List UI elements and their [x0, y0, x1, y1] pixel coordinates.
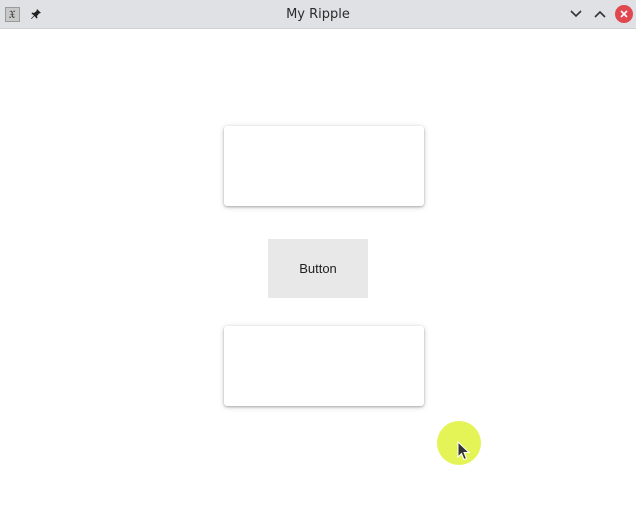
- window-title: My Ripple: [286, 7, 350, 22]
- pin-icon[interactable]: [28, 6, 44, 22]
- app-icon[interactable]: 𝔛: [4, 6, 20, 22]
- ripple-card-top[interactable]: [224, 126, 424, 206]
- app-window: 𝔛 My Ripple Button: [0, 0, 636, 506]
- chevron-down-icon[interactable]: [567, 5, 585, 23]
- ripple-card-bottom[interactable]: [224, 326, 424, 406]
- mouse-pointer-icon: [457, 440, 471, 461]
- close-icon[interactable]: [615, 5, 633, 23]
- title-bar[interactable]: 𝔛 My Ripple: [0, 0, 636, 29]
- content-area: Button: [0, 29, 636, 506]
- chevron-up-icon[interactable]: [591, 5, 609, 23]
- center-button[interactable]: Button: [268, 239, 368, 298]
